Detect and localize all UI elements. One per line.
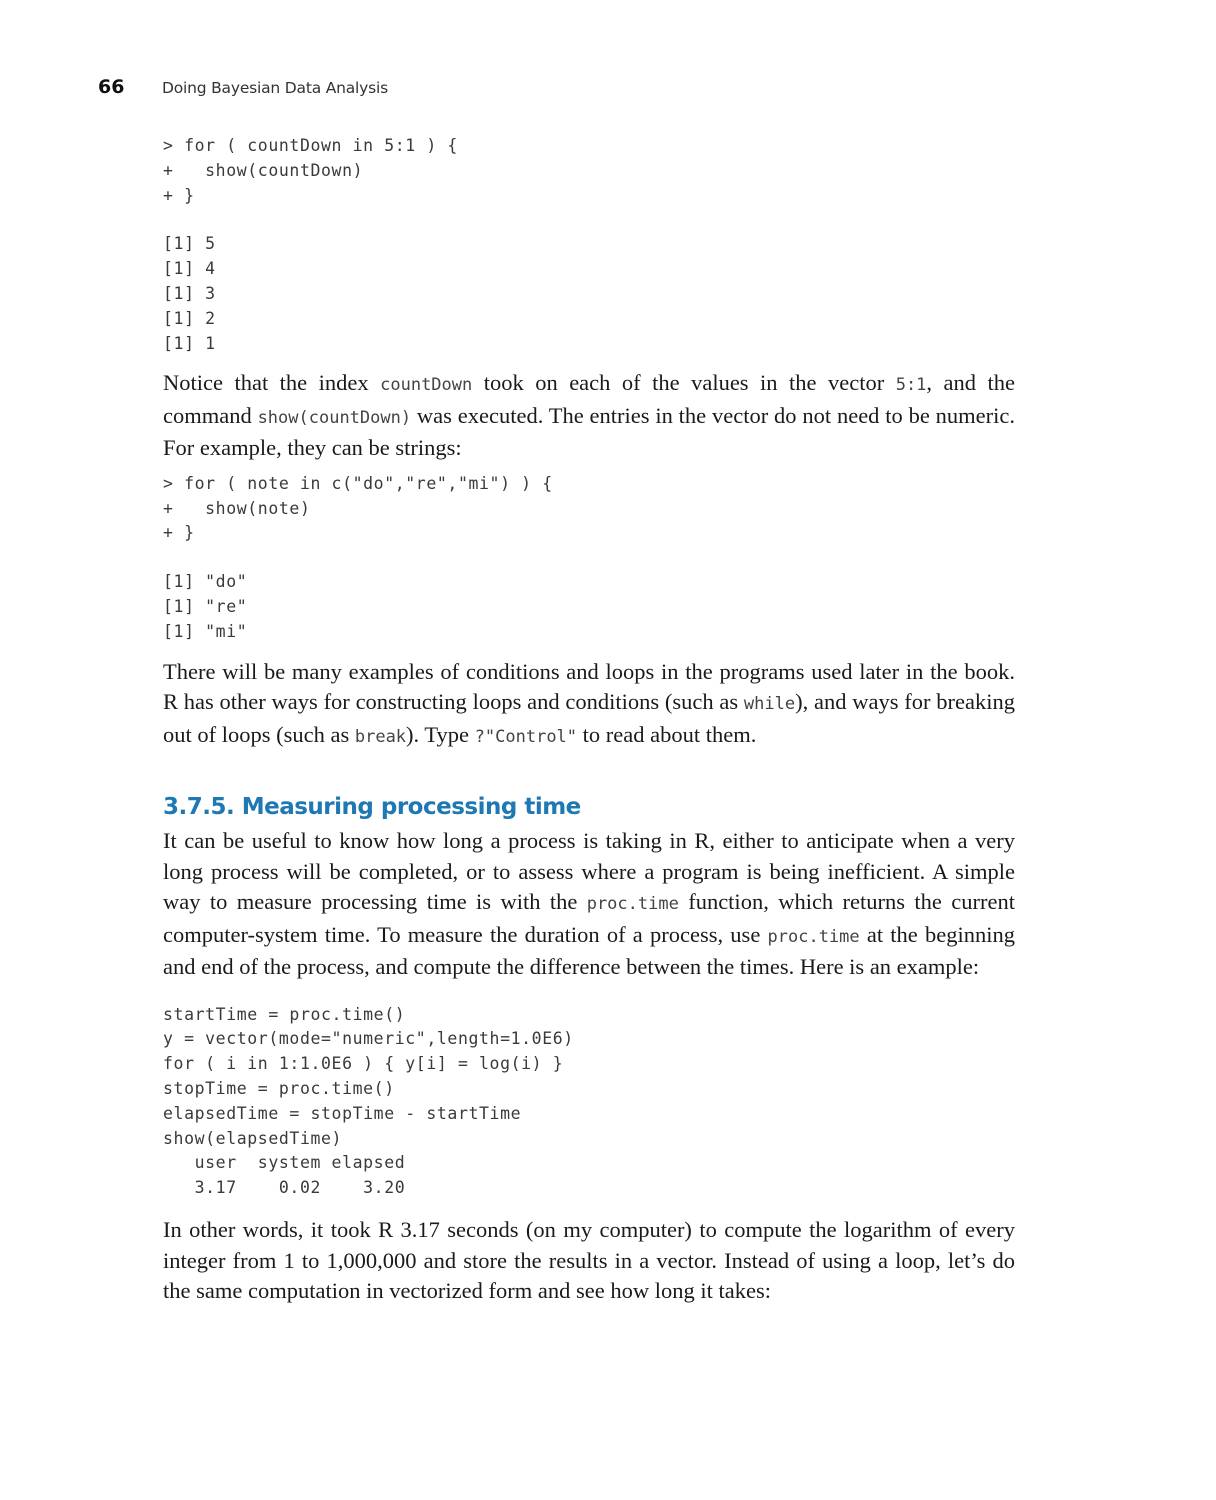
inline-code: proc.time [767,926,860,947]
code-output-line: [1] 1 [163,333,216,353]
code-output-line: [1] "re" [163,597,248,617]
code-output-line: [1] 5 [163,234,216,254]
code-line: y = vector(mode="numeric",length=1.0E6) [163,1029,574,1049]
code-output-line: [1] 4 [163,259,216,279]
text-run: ). Type [406,721,475,747]
code-output-line: user system elapsed [163,1153,406,1173]
page-content: > for ( countDown in 5:1 ) { + show(coun… [163,134,1015,1307]
inline-code: proc.time [586,894,679,915]
code-line: + show(note) [163,498,311,518]
page-header: 66 Doing Bayesian Data Analysis [98,76,388,102]
code-block-countdown: > for ( countDown in 5:1 ) { + show(coun… [163,134,1015,356]
code-output-line: [1] "mi" [163,621,248,641]
code-output-line: [1] 2 [163,308,216,328]
code-line: show(elapsedTime) [163,1128,343,1148]
code-block-notes: > for ( note in c("do","re","mi") ) { + … [163,472,1015,645]
inline-code: 5:1 [895,375,927,396]
code-block-timing: startTime = proc.time() y = vector(mode=… [163,1003,1015,1201]
inline-code: countDown [380,375,473,396]
paragraph-countdown-explanation: Notice that the index countDown took on … [163,368,1015,464]
code-line: startTime = proc.time() [163,1004,406,1024]
text-run: took on each of the values in the vector [472,370,896,396]
code-line: > for ( note in c("do","re","mi") ) { [163,473,553,493]
text-run: Notice that the index [163,370,381,396]
inline-code: while [743,694,796,715]
paragraph-processing-time: It can be useful to know how long a proc… [163,826,1015,983]
code-line: + } [163,523,195,543]
code-output-line: [1] "do" [163,572,248,592]
text-run: to read about them. [577,721,757,747]
code-output-line: 3.17 0.02 3.20 [163,1178,406,1198]
running-title: Doing Bayesian Data Analysis [162,79,388,97]
paragraph-vectorized-intro: In other words, it took R 3.17 seconds (… [163,1217,1015,1304]
code-line: for ( i in 1:1.0E6 ) { y[i] = log(i) } [163,1054,564,1074]
page-number: 66 [98,76,125,98]
code-line: stopTime = proc.time() [163,1079,395,1099]
inline-code: break [354,726,407,747]
paragraph-loops-note: There will be many examples of condition… [163,657,1015,753]
code-line: elapsedTime = stopTime - startTime [163,1103,522,1123]
code-output-line: [1] 3 [163,283,216,303]
code-line: + show(countDown) [163,160,364,180]
code-line: + } [163,185,195,205]
inline-code: show(countDown) [257,407,412,428]
section-heading: 3.7.5. Measuring processing time [163,794,581,821]
inline-code: ?"Control" [474,726,578,747]
code-line: > for ( countDown in 5:1 ) { [163,136,458,155]
